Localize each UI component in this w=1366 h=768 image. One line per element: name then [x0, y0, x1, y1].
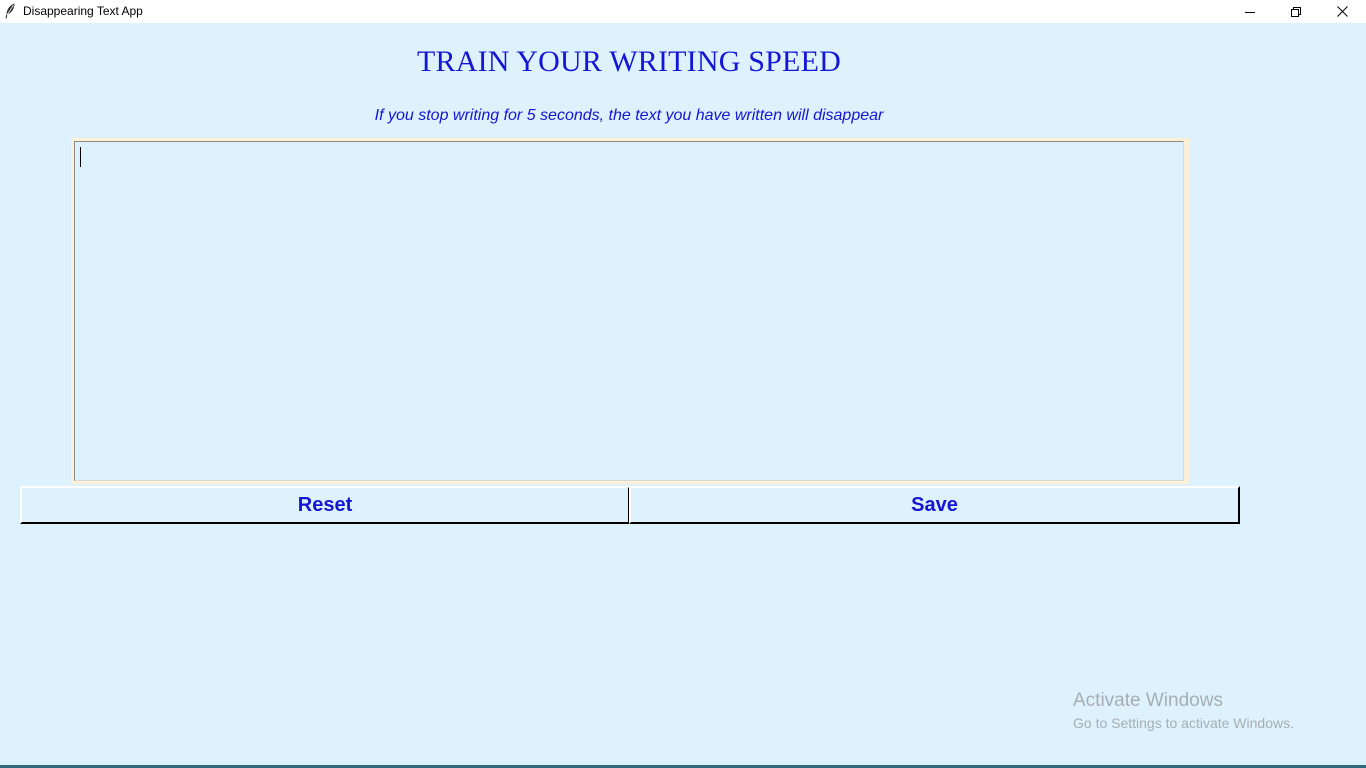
minimize-button[interactable] [1227, 0, 1273, 23]
close-button[interactable] [1319, 0, 1365, 23]
text-area-frame [71, 138, 1189, 484]
app-window-body: TRAIN YOUR WRITING SPEED If you stop wri… [0, 23, 1366, 768]
writing-text-area[interactable] [74, 141, 1184, 481]
window-title: Disappearing Text App [23, 4, 143, 18]
activate-windows-title: Activate Windows [1073, 690, 1223, 711]
restore-icon [1291, 6, 1301, 17]
page-title: TRAIN YOUR WRITING SPEED [417, 45, 841, 78]
text-cursor [80, 147, 81, 167]
save-button[interactable]: Save [629, 486, 1240, 524]
activate-windows-subtitle: Go to Settings to activate Windows. [1073, 715, 1294, 731]
activate-windows-watermark: Activate Windows Go to Settings to activ… [1073, 689, 1294, 733]
minimize-icon [1245, 11, 1255, 13]
title-bar: Disappearing Text App [0, 0, 1366, 23]
instructions-text: If you stop writing for 5 seconds, the t… [374, 107, 884, 124]
restore-button[interactable] [1273, 0, 1319, 23]
feather-icon [4, 3, 16, 19]
reset-button[interactable]: Reset [20, 486, 630, 524]
close-icon [1336, 6, 1348, 17]
